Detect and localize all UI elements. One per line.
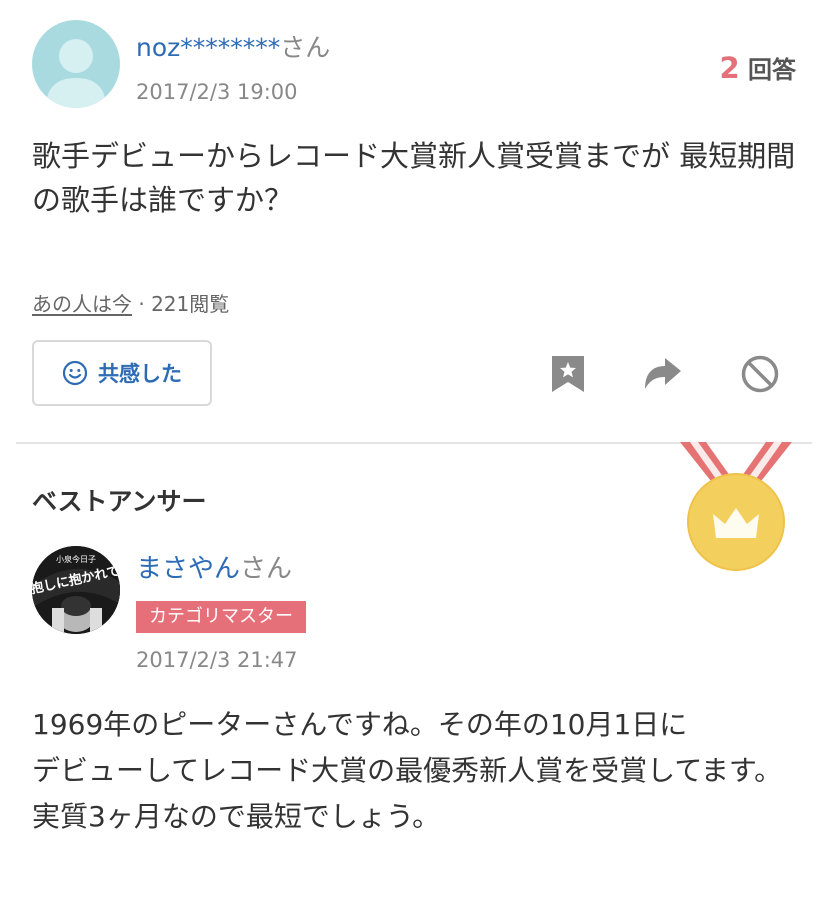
answer-text: 1969年のピーターさんですね。その年の10月1日に デビューしてレコード大賞の…	[32, 702, 802, 840]
category-master-badge: カテゴリマスター	[136, 601, 306, 633]
answerer-username[interactable]: まさやんさん	[136, 548, 292, 585]
answerer-honorific: さん	[240, 554, 293, 584]
answerer-name[interactable]: まさやん	[136, 554, 240, 584]
block-button[interactable]	[735, 349, 785, 399]
share-icon	[645, 358, 681, 389]
meta-separator: ·	[132, 292, 152, 316]
share-button[interactable]	[638, 349, 688, 399]
best-answer-medal-icon	[676, 442, 796, 576]
answer-line: 1969年のピーターさんですね。その年の10月1日に	[32, 708, 688, 741]
question-text: 歌手デビューからレコード大賞新人賞受賞までが 最短期間の歌手は誰ですか？	[32, 139, 796, 217]
empathy-label: 共感した	[98, 362, 182, 386]
answer-count-label: 回答	[748, 56, 796, 84]
bookmark-icon	[552, 356, 584, 392]
question-date: 2017/2/3 19:00	[136, 80, 298, 104]
answerer-avatar[interactable]: 小泉今日子 抱しに抱かれて	[32, 546, 120, 634]
asker-username[interactable]: noz********さん	[136, 28, 330, 64]
asker-name[interactable]: noz********	[136, 33, 280, 62]
answer-line: デビューしてレコード大賞の最優秀新人賞を受賞してます。	[32, 754, 783, 787]
answerer-photo: 小泉今日子 抱しに抱かれて	[32, 546, 120, 634]
best-answer-title: ベストアンサー	[32, 487, 207, 516]
bookmark-button[interactable]	[543, 349, 593, 399]
view-count: 221閲覧	[151, 292, 230, 316]
question-meta: あの人は今 · 221閲覧	[32, 288, 229, 317]
asker-honorific: さん	[280, 33, 331, 62]
smile-icon	[62, 360, 88, 386]
answer-date: 2017/2/3 21:47	[136, 648, 298, 672]
user-avatar[interactable]	[32, 20, 120, 108]
avatar-caption-small: 小泉今日子	[56, 554, 96, 564]
answer-count: 2 回答	[719, 50, 796, 85]
answer-count-number: 2	[719, 51, 740, 85]
empathy-button[interactable]: 共感した	[32, 340, 212, 406]
default-avatar-icon	[46, 39, 106, 108]
answer-line: 実質3ヶ月なので最短でしょう。	[32, 800, 441, 833]
block-icon	[741, 355, 779, 393]
category-link[interactable]: あの人は今	[32, 292, 132, 316]
